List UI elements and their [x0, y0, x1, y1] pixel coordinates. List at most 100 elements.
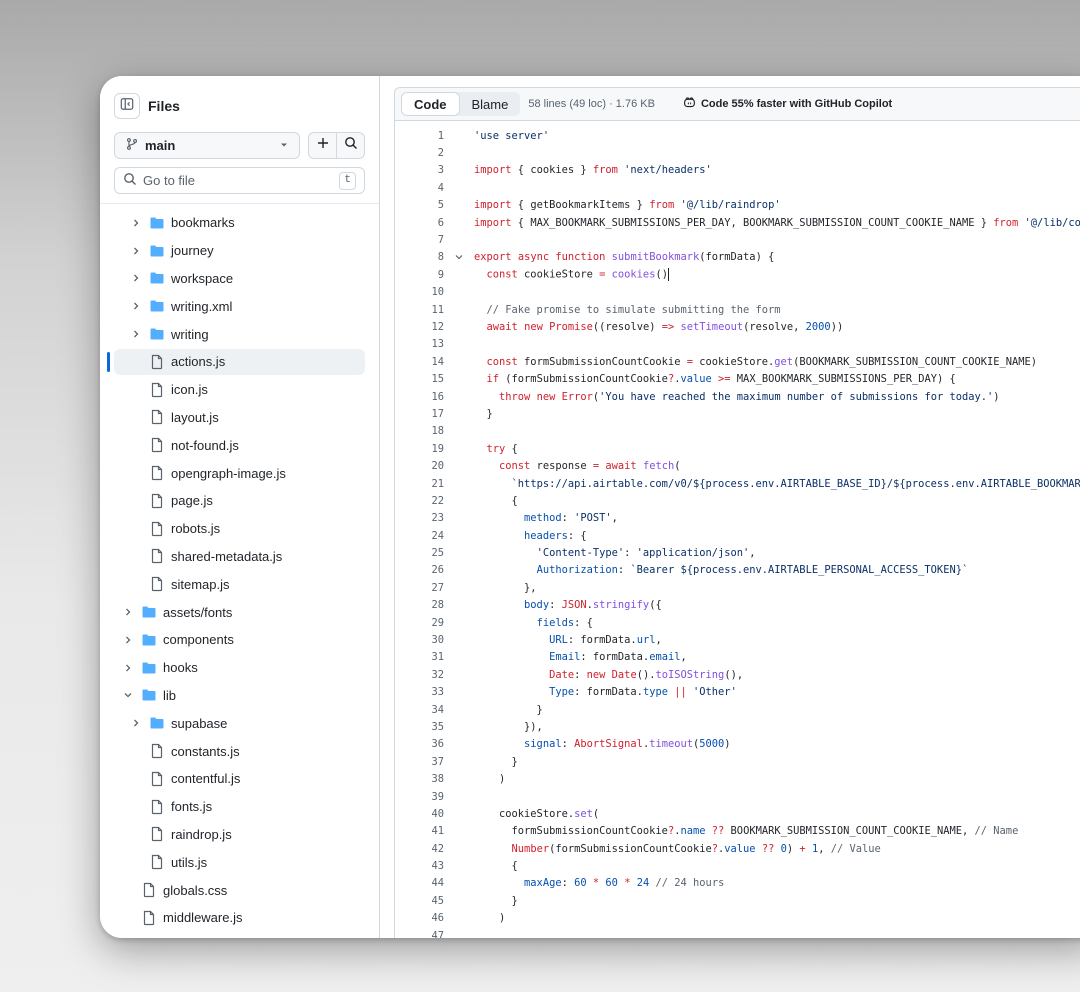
line-number[interactable]: 16	[395, 391, 444, 403]
search-files-button[interactable]	[337, 133, 364, 158]
tree-item[interactable]: constants.js	[100, 737, 379, 765]
chevron-right-icon[interactable]	[129, 216, 143, 230]
line-number[interactable]: 19	[395, 443, 444, 455]
tree-item[interactable]: opengraph-image.js	[100, 459, 379, 487]
line-number[interactable]: 3	[395, 164, 444, 176]
line-number[interactable]: 24	[395, 530, 444, 542]
code-text: }	[474, 407, 493, 420]
tree-item[interactable]: sitemap.js	[100, 570, 379, 598]
add-file-button[interactable]	[309, 133, 337, 158]
chevron-right-icon[interactable]	[129, 716, 143, 730]
tree-item[interactable]: hooks	[100, 654, 379, 682]
line-number[interactable]: 26	[395, 564, 444, 576]
collapse-sidebar-button[interactable]	[114, 93, 140, 119]
line-number[interactable]: 33	[395, 686, 444, 698]
line-number[interactable]: 42	[395, 843, 444, 855]
line-number[interactable]: 44	[395, 877, 444, 889]
line-number[interactable]: 31	[395, 651, 444, 663]
line-number[interactable]: 43	[395, 860, 444, 872]
file-icon	[149, 437, 165, 453]
chevron-right-icon[interactable]	[129, 327, 143, 341]
line-number[interactable]: 6	[395, 217, 444, 229]
line-number[interactable]: 27	[395, 582, 444, 594]
chevron-down-icon[interactable]	[121, 688, 135, 702]
line-number[interactable]: 2	[395, 147, 444, 159]
tree-item[interactable]: writing.xml	[100, 292, 379, 320]
tree-item[interactable]: bookmarks	[100, 209, 379, 237]
tree-item[interactable]: assets/fonts	[100, 598, 379, 626]
line-number[interactable]: 46	[395, 912, 444, 924]
line-number[interactable]: 29	[395, 617, 444, 629]
file-icon	[149, 493, 165, 509]
tree-item[interactable]: globals.css	[100, 876, 379, 904]
go-to-file-input[interactable]	[143, 173, 340, 188]
tree-item[interactable]: utils.js	[100, 848, 379, 876]
tree-item[interactable]: fonts.js	[100, 793, 379, 821]
line-number[interactable]: 21	[395, 478, 444, 490]
chevron-right-icon[interactable]	[121, 661, 135, 675]
line-number[interactable]: 13	[395, 338, 444, 350]
tree-item[interactable]: layout.js	[100, 404, 379, 432]
tree-item[interactable]: page.js	[100, 487, 379, 515]
line-number[interactable]: 41	[395, 825, 444, 837]
line-number[interactable]: 12	[395, 321, 444, 333]
line-number[interactable]: 17	[395, 408, 444, 420]
line-number[interactable]: 32	[395, 669, 444, 681]
folder-icon	[149, 270, 165, 286]
line-number[interactable]: 14	[395, 356, 444, 368]
tree-item[interactable]: supabase	[100, 709, 379, 737]
line-number[interactable]: 22	[395, 495, 444, 507]
copilot-promo[interactable]: Code 55% faster with GitHub Copilot	[683, 96, 892, 112]
line-number[interactable]: 35	[395, 721, 444, 733]
line-number[interactable]: 9	[395, 269, 444, 281]
line-number[interactable]: 38	[395, 773, 444, 785]
line-number[interactable]: 4	[395, 182, 444, 194]
line-number[interactable]: 34	[395, 704, 444, 716]
line-number[interactable]: 39	[395, 791, 444, 803]
chevron-right-icon[interactable]	[121, 633, 135, 647]
branch-selector[interactable]: main	[114, 132, 300, 159]
tree-item[interactable]: shared-metadata.js	[100, 543, 379, 571]
fold-chevron-icon[interactable]	[444, 252, 474, 262]
tree-item[interactable]: raindrop.js	[100, 821, 379, 849]
line-number[interactable]: 7	[395, 234, 444, 246]
line-number[interactable]: 23	[395, 512, 444, 524]
line-number[interactable]: 37	[395, 756, 444, 768]
line-number[interactable]: 15	[395, 373, 444, 385]
go-to-file-box[interactable]: t	[114, 167, 365, 194]
tree-item[interactable]: workspace	[100, 265, 379, 293]
line-number[interactable]: 28	[395, 599, 444, 611]
line-number[interactable]: 36	[395, 738, 444, 750]
tree-item-label: robots.js	[171, 521, 221, 537]
chevron-right-icon[interactable]	[129, 299, 143, 313]
tree-item[interactable]: icon.js	[100, 376, 379, 404]
line-number[interactable]: 11	[395, 304, 444, 316]
tree-item[interactable]: middleware.js	[100, 904, 379, 932]
tree-item[interactable]: contentful.js	[100, 765, 379, 793]
line-number[interactable]: 18	[395, 425, 444, 437]
line-number[interactable]: 1	[395, 130, 444, 142]
chevron-right-icon[interactable]	[129, 244, 143, 258]
line-number[interactable]: 30	[395, 634, 444, 646]
line-number[interactable]: 10	[395, 286, 444, 298]
line-number[interactable]: 40	[395, 808, 444, 820]
tree-item[interactable]: components	[100, 626, 379, 654]
tree-item[interactable]: lib	[100, 682, 379, 710]
line-number[interactable]: 45	[395, 895, 444, 907]
tab-blame[interactable]: Blame	[460, 92, 521, 116]
line-number[interactable]: 25	[395, 547, 444, 559]
line-number[interactable]: 47	[395, 930, 444, 938]
tree-item[interactable]: robots.js	[100, 515, 379, 543]
code-view[interactable]: 1'use server' 2 3 import { cookies } from '…	[394, 121, 1080, 938]
tree-item[interactable]: writing	[100, 320, 379, 348]
chevron-right-icon[interactable]	[129, 271, 143, 285]
tree-item[interactable]: not-found.js	[100, 431, 379, 459]
line-number[interactable]: 20	[395, 460, 444, 472]
code-line: 39	[395, 788, 1080, 805]
tab-code[interactable]: Code	[401, 92, 460, 116]
chevron-right-icon[interactable]	[121, 605, 135, 619]
tree-item[interactable]: journey	[100, 237, 379, 265]
line-number[interactable]: 5	[395, 199, 444, 211]
tree-item[interactable]: actions.js	[100, 348, 379, 376]
line-number[interactable]: 8	[395, 251, 444, 263]
